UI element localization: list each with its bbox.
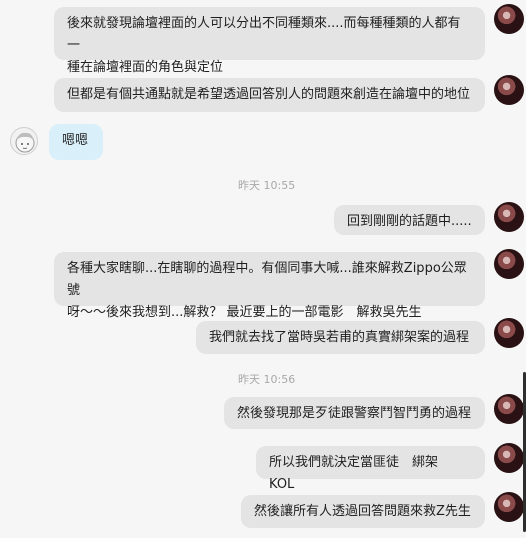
user-avatar[interactable] (494, 394, 524, 424)
message-bubble-outgoing[interactable]: 後來就發現論壇裡面的人可以分出不同種類來....而每種種類的人都有一 種在論壇裡… (54, 7, 485, 75)
message-bubble-outgoing[interactable]: 但都是有個共通點就是希望透過回答別人的問題來創造在論壇中的地位 (54, 78, 485, 112)
message-bubble-outgoing[interactable]: 回到剛剛的話題中..... (334, 205, 485, 235)
user-avatar[interactable] (494, 249, 524, 279)
message-bubble-incoming[interactable]: 嗯嗯 (49, 124, 103, 160)
timestamp: 昨天 10:55 (238, 179, 296, 192)
user-avatar[interactable] (494, 492, 524, 522)
contact-avatar[interactable] (10, 127, 38, 155)
user-avatar[interactable] (494, 75, 524, 105)
user-avatar[interactable] (494, 202, 524, 232)
cartoon-face-icon (15, 132, 35, 153)
user-avatar[interactable] (494, 318, 524, 348)
message-bubble-outgoing[interactable]: 所以我們就決定當匪徒 綁架 KOL (256, 446, 485, 492)
message-bubble-outgoing[interactable]: 然後讓所有人透過回答問題來救Z先生 (241, 495, 485, 528)
timestamp: 昨天 10:56 (238, 373, 296, 386)
user-avatar[interactable] (494, 443, 524, 473)
message-bubble-outgoing[interactable]: 然後發現那是歹徒跟警察鬥智鬥勇的過程 (224, 397, 485, 429)
user-avatar[interactable] (494, 4, 524, 34)
message-bubble-outgoing[interactable]: 各種大家瞎聊...在瞎聊的過程中。有個同事大喊...誰來解救Zippo公眾號 呀… (54, 252, 485, 320)
message-bubble-outgoing[interactable]: 我們就去找了當時吳若甫的真實綁架案的過程 (196, 321, 485, 354)
